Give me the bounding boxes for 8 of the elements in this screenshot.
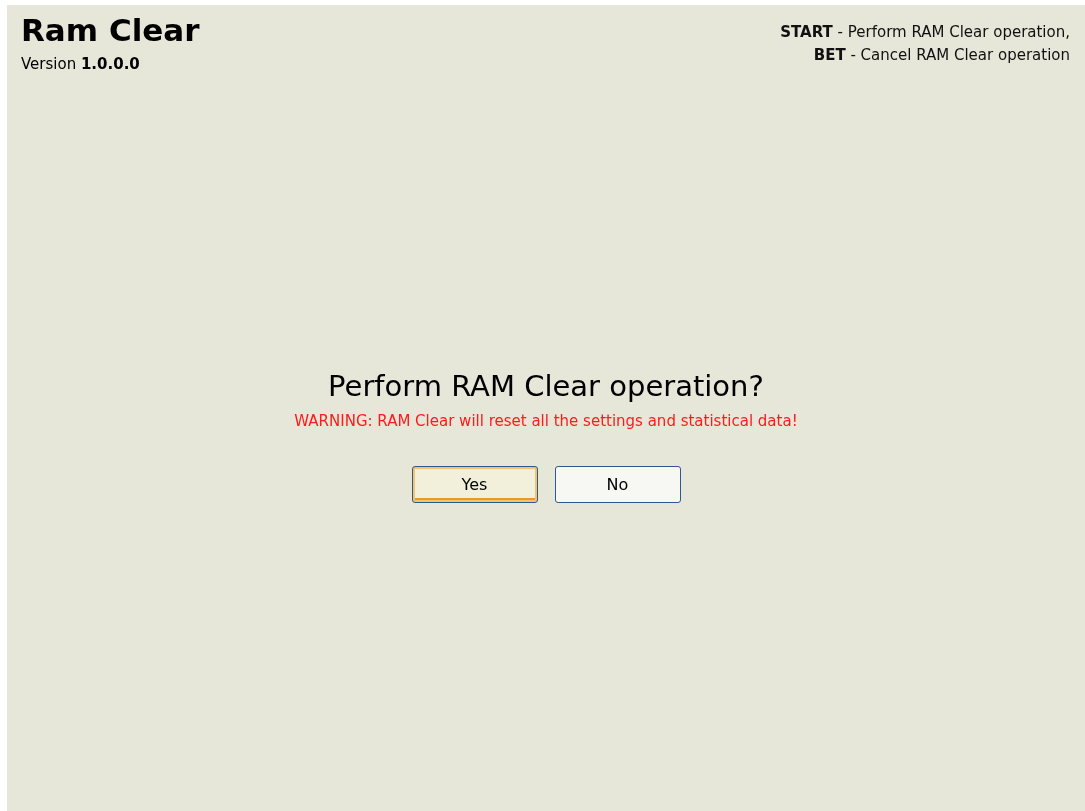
help-line: START - Perform RAM Clear operation, [780,22,1070,43]
version-text: Version 1.0.0.0 [21,54,141,75]
question-text: Perform RAM Clear operation? [328,367,764,404]
help-line: BET - Cancel RAM Clear operation [813,45,1070,66]
warning-text: WARNING: RAM Clear will reset all the settings and statistical data! [294,410,798,432]
dialog-button[interactable]: Yes [411,466,538,503]
app-title: Ram Clear [21,11,200,49]
dialog-button[interactable]: No [554,466,681,503]
